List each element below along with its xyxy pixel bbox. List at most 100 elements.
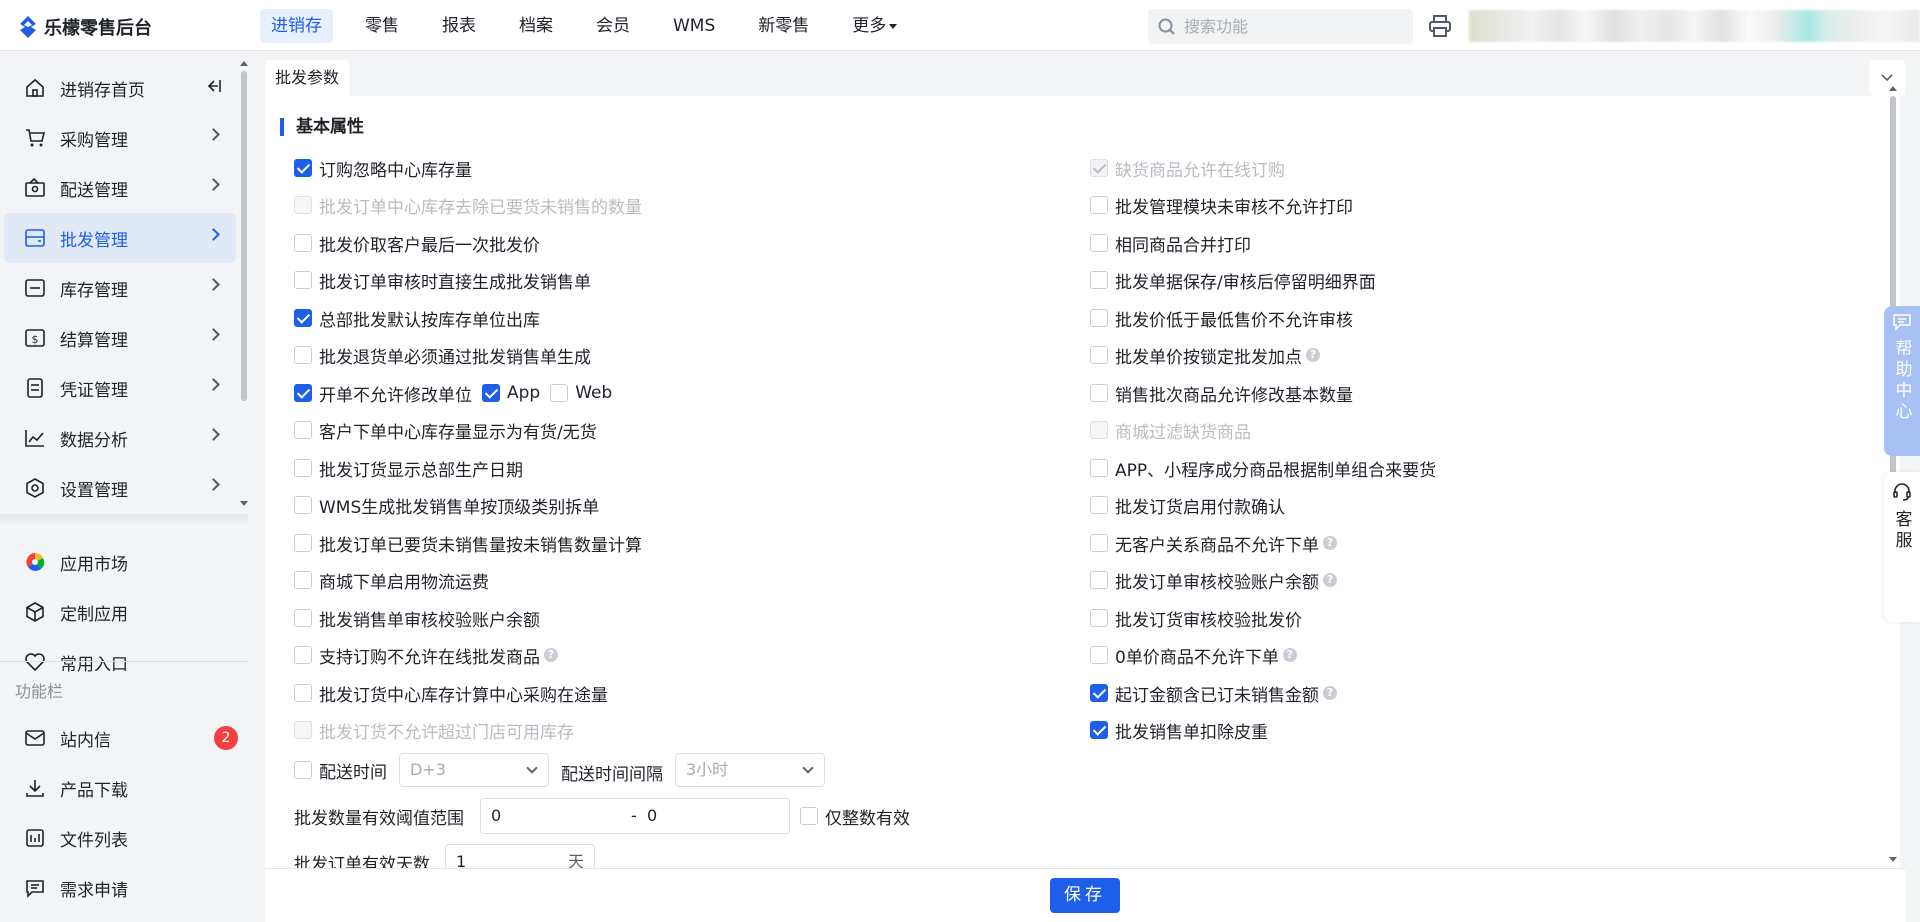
option-batch-modify-qty[interactable]: 销售批次商品允许修改基本数量 [1090,381,1353,406]
option-wms-split[interactable]: WMS生成批发销售单按顶级类别拆单 [294,493,599,518]
option-return-via-sale[interactable]: 批发退货单必须通过批发销售单生成 [294,343,591,368]
scroll-up-arrow-icon[interactable] [240,61,248,66]
sidebar-item-analytics[interactable]: 数据分析 [4,413,236,463]
checkbox[interactable] [294,421,312,439]
checkbox[interactable] [1090,271,1108,289]
checkbox[interactable] [294,271,312,289]
nav-archive[interactable]: 档案 [508,9,564,43]
checkbox[interactable] [1090,459,1108,477]
sub-option-web[interactable]: Web [550,383,612,403]
checkbox[interactable] [1090,684,1108,702]
nav-jinxiaocun[interactable]: 进销存 [260,9,333,43]
sidebar-item-inventory[interactable]: 库存管理 [4,263,236,313]
option-no-modify-unit[interactable]: 开单不允许修改单位 App Web [294,381,612,406]
checkbox[interactable] [1090,234,1108,252]
sidebar-item-app-market[interactable]: 应用市场 [4,537,236,587]
scroll-down-arrow-icon[interactable] [240,501,248,506]
search-box[interactable] [1148,9,1413,44]
checkbox[interactable] [294,346,312,364]
option-stay-detail[interactable]: 批发单据保存/审核后停留明细界面 [1090,268,1376,293]
checkbox[interactable] [1090,609,1108,627]
option-production-date[interactable]: 批发订货显示总部生产日期 [294,456,523,481]
printer-icon[interactable] [1428,14,1452,38]
nav-member[interactable]: 会员 [585,9,641,43]
sidebar-scrollbar[interactable] [241,71,247,401]
checkbox[interactable] [1090,196,1108,214]
sidebar-item-requests[interactable]: 需求申请 [4,863,236,913]
nav-more[interactable]: 更多 [841,9,908,43]
checkbox[interactable] [294,646,312,664]
sidebar-item-wholesale[interactable]: 批发管理 [4,213,236,263]
checkbox[interactable] [550,384,569,402]
option-sale-check-balance[interactable]: 批发销售单审核校验账户余额 [294,606,540,631]
checkbox[interactable] [482,384,500,402]
sidebar-item-delivery[interactable]: 配送管理 [4,163,236,213]
help-icon[interactable]: ? [544,648,558,662]
checkbox[interactable] [294,159,312,177]
option-integer-only[interactable]: 仅整数有效 [800,804,910,829]
option-min-order-amount[interactable]: 起订金额含已订未销售金额? [1090,681,1337,706]
checkbox[interactable] [1090,309,1108,327]
option-no-print-unaudited[interactable]: 批发管理模块未审核不允许打印 [1090,193,1353,218]
checkbox[interactable] [1090,534,1108,552]
scroll-down-arrow-icon[interactable] [1889,857,1897,862]
checkbox[interactable] [1090,721,1108,739]
sub-option-app[interactable]: App [482,383,540,403]
checkbox[interactable] [294,609,312,627]
option-app-combo[interactable]: APP、小程序成分商品根据制单组合来要货 [1090,456,1436,481]
checkbox[interactable] [294,459,312,477]
checkbox[interactable] [1090,496,1108,514]
checkbox[interactable] [294,534,312,552]
sidebar-item-purchase[interactable]: 采购管理 [4,113,236,163]
option-unsold-calc[interactable]: 批发订单已要货未销售量按未销售数量计算 [294,531,642,556]
option-order-check-balance[interactable]: 批发订单审核校验账户余额? [1090,568,1337,593]
checkbox[interactable] [294,384,312,402]
checkbox[interactable] [1090,646,1108,664]
sidebar-item-messages[interactable]: 站内信 2 [4,713,238,763]
checkbox[interactable] [294,496,312,514]
app-logo[interactable]: 乐檬零售后台 [18,14,152,40]
help-icon[interactable]: ? [1282,648,1297,662]
checkbox[interactable] [1090,346,1108,364]
collapse-sidebar-icon[interactable] [204,77,222,95]
option-locked-markup[interactable]: 批发单价按锁定批发加点? [1090,343,1320,368]
option-logistics-fee[interactable]: 商城下单启用物流运费 [294,568,489,593]
option-delivery-time[interactable]: 配送时间 [294,758,387,783]
sidebar-item-home[interactable]: 进销存首页 [4,63,236,113]
sidebar-item-voucher[interactable]: 凭证管理 [4,363,236,413]
checkbox[interactable] [1090,384,1108,402]
tab-dropdown-button[interactable] [1869,60,1905,96]
nav-retail[interactable]: 零售 [354,9,410,43]
checkbox[interactable] [294,761,312,779]
option-below-min-price[interactable]: 批发价低于最低售价不允许审核 [1090,306,1353,331]
sidebar-item-custom-app[interactable]: 定制应用 [4,587,236,637]
delivery-interval-select[interactable]: 3小时 [675,753,825,787]
help-center-button[interactable]: 帮助中心 [1884,306,1920,456]
option-zero-price[interactable]: 0单价商品不允许下单? [1090,643,1297,668]
delivery-time-select[interactable]: D+3 [399,753,549,787]
sidebar-item-settings[interactable]: 设置管理 [4,463,236,513]
option-ignore-center-stock[interactable]: 订购忽略中心库存量 [294,156,472,181]
checkbox[interactable] [1090,571,1108,589]
checkbox[interactable] [294,684,312,702]
scroll-up-arrow-icon[interactable] [1889,86,1897,91]
option-last-price[interactable]: 批发价取客户最后一次批发价 [294,231,540,256]
help-icon[interactable]: ? [1306,348,1320,362]
option-in-transit[interactable]: 批发订货中心库存计算中心采购在途量 [294,681,608,706]
option-payment-confirm[interactable]: 批发订货启用付款确认 [1090,493,1285,518]
sidebar-item-downloads[interactable]: 产品下载 [4,763,236,813]
option-audit-generate-sale[interactable]: 批发订单审核时直接生成批发销售单 [294,268,591,293]
threshold-range-input[interactable]: 0 - 0 [480,798,790,834]
option-no-customer-relation[interactable]: 无客户关系商品不允许下单? [1090,531,1337,556]
checkbox[interactable] [800,807,818,825]
help-icon[interactable]: ? [1323,536,1337,550]
sidebar-item-settlement[interactable]: $ 结算管理 [4,313,236,363]
nav-new-retail[interactable]: 新零售 [747,9,820,43]
option-no-online-wholesale[interactable]: 支持订购不允许在线批发商品? [294,643,558,668]
option-default-stock-unit[interactable]: 总部批发默认按库存单位出库 [294,306,540,331]
nav-reports[interactable]: 报表 [431,9,487,43]
help-icon[interactable]: ? [1323,573,1337,587]
checkbox[interactable] [294,309,312,327]
checkbox[interactable] [294,571,312,589]
nav-wms[interactable]: WMS [662,9,726,43]
